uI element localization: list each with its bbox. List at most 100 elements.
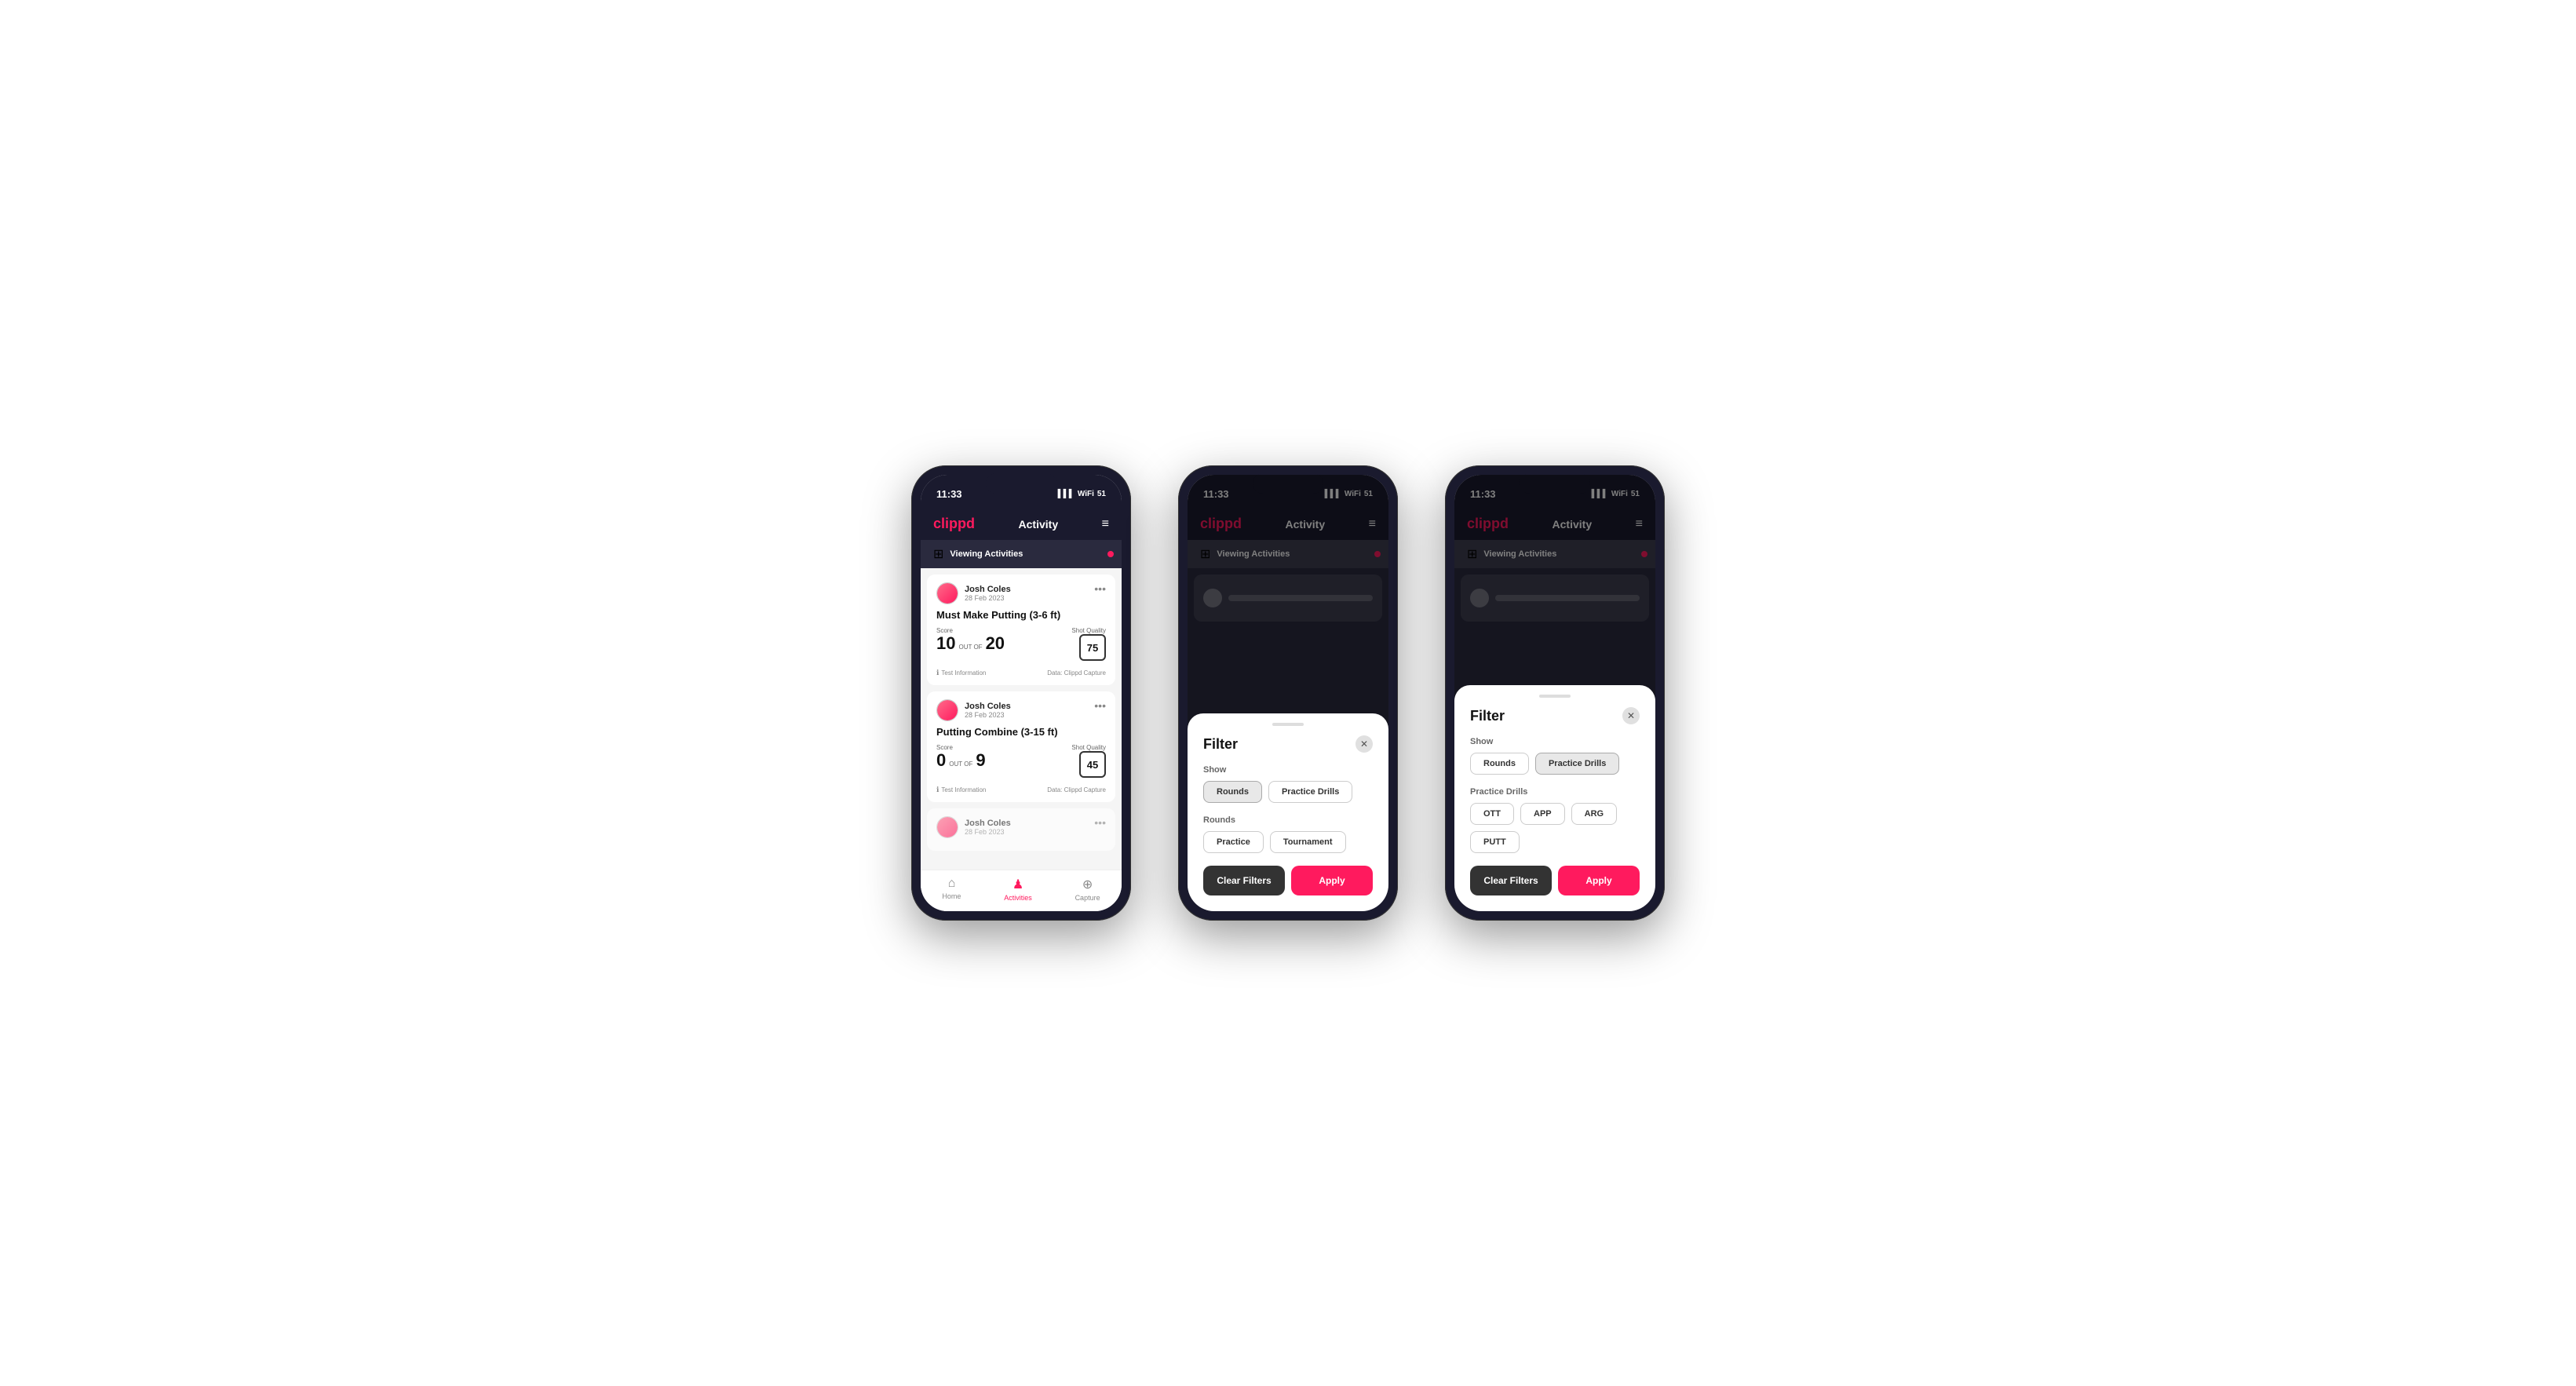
activity-card-3-ghost: Josh Coles 28 Feb 2023 ••• [927, 808, 1115, 851]
rounds-btn-3[interactable]: Rounds [1470, 753, 1529, 775]
user-info-2: Josh Coles 28 Feb 2023 [936, 699, 1011, 721]
shots-value-1: 20 [986, 634, 1005, 653]
card-header-1: Josh Coles 28 Feb 2023 ••• [936, 582, 1106, 604]
rounds-label-2: Rounds [1203, 815, 1373, 825]
modal-handle-3 [1539, 695, 1571, 698]
modal-handle-2 [1272, 723, 1304, 726]
menu-icon-1[interactable]: ≡ [1102, 518, 1109, 531]
logo-1: clippd [933, 516, 975, 532]
home-label: Home [942, 892, 961, 900]
user-info-1: Josh Coles 28 Feb 2023 [936, 582, 1011, 604]
phone-1-screen: 11:33 ▌▌▌ WiFi 51 clippd Activity ≡ ⊞ Vi… [921, 475, 1122, 911]
viewing-bar-1[interactable]: ⊞ Viewing Activities [921, 540, 1122, 568]
avatar-3 [936, 816, 958, 838]
modal-actions-3: Clear Filters Apply [1470, 866, 1640, 895]
quality-badge-2: 45 [1079, 751, 1106, 778]
show-label-3: Show [1470, 737, 1640, 746]
modal-sheet-2: Filter ✕ Show Rounds Practice Drills Rou… [1188, 713, 1388, 911]
modal-title-3: Filter [1470, 708, 1505, 724]
stats-row-2: Score 0 OUT OF 9 Shot Quality 45 [936, 744, 1106, 779]
status-time-1: 11:33 [936, 488, 962, 500]
user-info-3: Josh Coles 28 Feb 2023 [936, 816, 1011, 838]
score-inline-2: 0 OUT OF 9 [936, 751, 986, 770]
modal-title-2: Filter [1203, 736, 1238, 753]
phone-2-screen: 11:33 ▌▌▌ WiFi 51 clippd Activity ≡ ⊞ Vi… [1188, 475, 1388, 911]
activities-icon: ♟ [1013, 877, 1023, 892]
footer-info-1: ℹ Test Information [936, 669, 986, 677]
phones-container: 11:33 ▌▌▌ WiFi 51 clippd Activity ≡ ⊞ Vi… [911, 465, 1665, 921]
out-of-2: OUT OF [949, 760, 972, 768]
close-button-2[interactable]: ✕ [1356, 735, 1373, 753]
modal-overlay-2: Filter ✕ Show Rounds Practice Drills Rou… [1188, 475, 1388, 911]
modal-header-2: Filter ✕ [1203, 735, 1373, 753]
info-icon-2: ℹ [936, 786, 939, 794]
phone-1: 11:33 ▌▌▌ WiFi 51 clippd Activity ≡ ⊞ Vi… [911, 465, 1131, 921]
capture-label: Capture [1075, 894, 1100, 902]
dynamic-island [986, 473, 1056, 494]
battery-icon: 51 [1097, 490, 1106, 498]
score-value-2: 0 [936, 751, 946, 770]
modal-header-3: Filter ✕ [1470, 707, 1640, 724]
footer-data-2: Data: Clippd Capture [1047, 786, 1106, 793]
viewing-icon-1: ⊞ [933, 546, 943, 562]
nav-title-1: Activity [1019, 518, 1059, 531]
user-meta-2: Josh Coles 28 Feb 2023 [965, 702, 1011, 719]
ott-btn-3[interactable]: OTT [1470, 803, 1514, 825]
status-icons-1: ▌▌▌ WiFi 51 [1058, 490, 1106, 498]
wifi-icon: WiFi [1078, 490, 1094, 498]
more-dots-1[interactable]: ••• [1094, 582, 1106, 595]
app-btn-3[interactable]: APP [1520, 803, 1565, 825]
close-button-3[interactable]: ✕ [1622, 707, 1640, 724]
score-group-2: Score 0 OUT OF 9 [936, 744, 986, 770]
activity-card-2[interactable]: Josh Coles 28 Feb 2023 ••• Putting Combi… [927, 691, 1115, 802]
avatar-2 [936, 699, 958, 721]
apply-btn-2[interactable]: Apply [1291, 866, 1373, 895]
out-of-1: OUT OF [958, 644, 982, 651]
show-label-2: Show [1203, 765, 1373, 775]
viewing-text-1: Viewing Activities [950, 549, 1023, 559]
drills-label-3: Practice Drills [1470, 787, 1640, 797]
activity-card-1[interactable]: Josh Coles 28 Feb 2023 ••• Must Make Put… [927, 574, 1115, 685]
activity-title-1: Must Make Putting (3-6 ft) [936, 609, 1106, 621]
capture-icon: ⊕ [1082, 877, 1093, 892]
clear-filters-btn-2[interactable]: Clear Filters [1203, 866, 1285, 895]
user-date-3: 28 Feb 2023 [965, 828, 1011, 836]
rounds-btn-2[interactable]: Rounds [1203, 781, 1262, 803]
practice-round-btn-2[interactable]: Practice [1203, 831, 1264, 853]
practice-drills-btn-3[interactable]: Practice Drills [1535, 753, 1619, 775]
user-meta-1: Josh Coles 28 Feb 2023 [965, 585, 1011, 602]
show-options-2: Rounds Practice Drills [1203, 781, 1373, 803]
score-inline-1: 10 OUT OF 20 [936, 634, 1005, 653]
score-value-1: 10 [936, 634, 955, 653]
nav-home[interactable]: ⌂ Home [942, 877, 961, 902]
modal-overlay-3: Filter ✕ Show Rounds Practice Drills Pra… [1454, 475, 1655, 911]
activity-title-2: Putting Combine (3-15 ft) [936, 726, 1106, 738]
card-footer-1: ℹ Test Information Data: Clippd Capture [936, 669, 1106, 677]
apply-btn-3[interactable]: Apply [1558, 866, 1640, 895]
card-header-3: Josh Coles 28 Feb 2023 ••• [936, 816, 1106, 838]
quality-group-1: Shot Quality 75 [1071, 627, 1106, 662]
putt-btn-3[interactable]: PUTT [1470, 831, 1520, 853]
nav-activities[interactable]: ♟ Activities [1004, 877, 1032, 902]
user-name-1: Josh Coles [965, 585, 1011, 594]
activities-label: Activities [1004, 894, 1032, 902]
content-area-1: Josh Coles 28 Feb 2023 ••• Must Make Put… [921, 568, 1122, 870]
nav-capture[interactable]: ⊕ Capture [1075, 877, 1100, 902]
quality-badge-1: 75 [1079, 634, 1106, 661]
user-name-2: Josh Coles [965, 702, 1011, 711]
arg-btn-3[interactable]: ARG [1571, 803, 1617, 825]
shots-value-2: 9 [976, 751, 985, 770]
quality-label-1: Shot Quality [1071, 627, 1106, 634]
footer-info-2: ℹ Test Information [936, 786, 986, 794]
clear-filters-btn-3[interactable]: Clear Filters [1470, 866, 1552, 895]
card-footer-2: ℹ Test Information Data: Clippd Capture [936, 786, 1106, 794]
user-date-2: 28 Feb 2023 [965, 711, 1011, 719]
more-dots-2[interactable]: ••• [1094, 699, 1106, 712]
phone-3: 11:33 ▌▌▌ WiFi 51 clippd Activity ≡ ⊞ Vi… [1445, 465, 1665, 921]
show-options-3: Rounds Practice Drills [1470, 753, 1640, 775]
tournament-btn-2[interactable]: Tournament [1270, 831, 1346, 853]
practice-drills-btn-2[interactable]: Practice Drills [1268, 781, 1352, 803]
bottom-nav-1: ⌂ Home ♟ Activities ⊕ Capture [921, 870, 1122, 911]
home-icon: ⌂ [948, 877, 956, 891]
more-dots-3[interactable]: ••• [1094, 816, 1106, 829]
